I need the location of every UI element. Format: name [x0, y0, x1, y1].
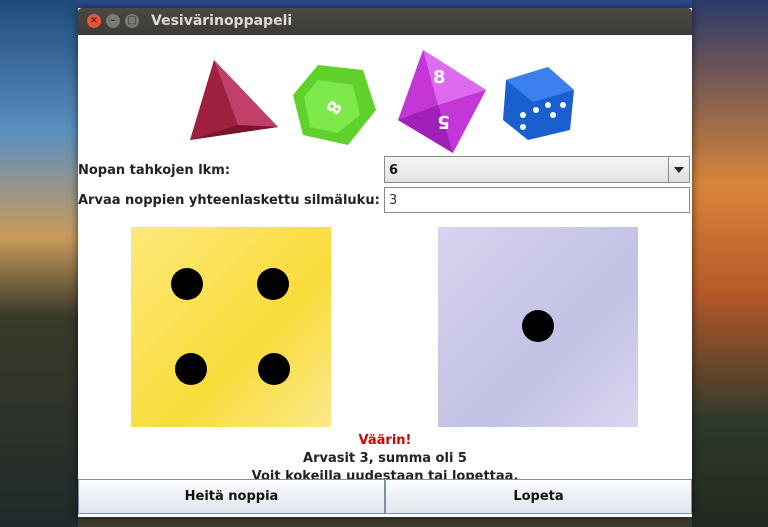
left-scenery [0, 0, 78, 527]
quit-button[interactable]: Lopeta [385, 479, 692, 514]
guess-label: Arvaa noppien yhteenlaskettu silmäluku: [78, 193, 380, 208]
pip [257, 268, 289, 300]
result-detail: Arvasit 3, summa oli 5 [303, 451, 467, 466]
faces-select[interactable]: 6 [384, 156, 690, 183]
result-status: Väärin! [358, 433, 412, 448]
main-content: 8 8 5 Nopan tahkojen lkm: 6 Arvaa noppie… [78, 35, 692, 517]
d4-die-image [190, 60, 278, 140]
die-result-1 [131, 227, 331, 427]
window-title: Vesivärinoppapeli [151, 13, 293, 29]
chevron-down-icon[interactable] [668, 157, 689, 182]
roll-button[interactable]: Heitä noppia [78, 479, 385, 514]
pip [522, 310, 554, 342]
d12-die-image: 8 [293, 65, 376, 145]
minimize-icon[interactable]: – [106, 14, 120, 28]
dice-banner: 8 8 5 [190, 50, 574, 153]
close-icon[interactable]: × [87, 14, 101, 28]
titlebar: × – □ Vesivärinoppapeli [78, 8, 692, 35]
pip [175, 353, 207, 385]
die-result-2 [438, 227, 638, 427]
d8-die-image: 8 5 [398, 50, 486, 153]
svg-text:5: 5 [437, 111, 450, 132]
faces-label: Nopan tahkojen lkm: [78, 163, 231, 178]
guess-input[interactable]: 3 [384, 187, 690, 213]
d6-die-image [503, 67, 574, 140]
pip [171, 268, 203, 300]
right-scenery [692, 0, 768, 527]
faces-select-value: 6 [389, 163, 399, 178]
pip [258, 353, 290, 385]
maximize-icon[interactable]: □ [125, 14, 139, 28]
app-window: × – □ Vesivärinoppapeli 8 8 5 Nopan tahk… [78, 8, 692, 517]
svg-text:8: 8 [433, 67, 446, 88]
